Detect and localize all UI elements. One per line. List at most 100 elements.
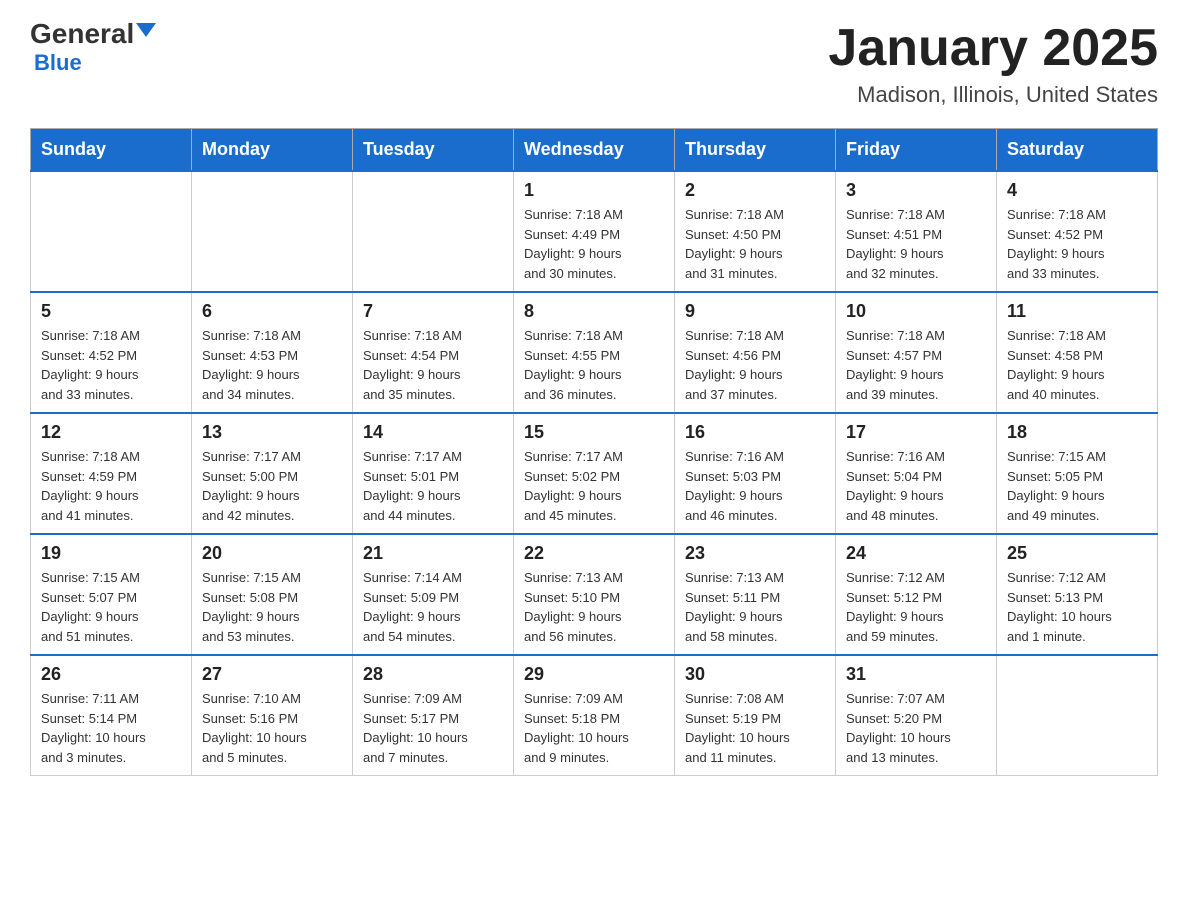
table-row: 17 Sunrise: 7:16 AMSunset: 5:04 PMDayligh… bbox=[836, 413, 997, 534]
day-info: Sunrise: 7:18 AMSunset: 4:58 PMDaylight:… bbox=[1007, 326, 1147, 404]
table-row: 30 Sunrise: 7:08 AMSunset: 5:19 PMDayligh… bbox=[675, 655, 836, 776]
week-row-2: 12 Sunrise: 7:18 AMSunset: 4:59 PMDayligh… bbox=[31, 413, 1158, 534]
table-row: 12 Sunrise: 7:18 AMSunset: 4:59 PMDayligh… bbox=[31, 413, 192, 534]
day-info: Sunrise: 7:14 AMSunset: 5:09 PMDaylight:… bbox=[363, 568, 503, 646]
day-info: Sunrise: 7:17 AMSunset: 5:00 PMDaylight:… bbox=[202, 447, 342, 525]
day-number: 22 bbox=[524, 543, 664, 564]
day-number: 17 bbox=[846, 422, 986, 443]
day-number: 19 bbox=[41, 543, 181, 564]
table-row: 16 Sunrise: 7:16 AMSunset: 5:03 PMDayligh… bbox=[675, 413, 836, 534]
calendar-header-row: Sunday Monday Tuesday Wednesday Thursday… bbox=[31, 129, 1158, 172]
logo-general: General bbox=[30, 20, 134, 48]
day-info: Sunrise: 7:07 AMSunset: 5:20 PMDaylight:… bbox=[846, 689, 986, 767]
week-row-4: 26 Sunrise: 7:11 AMSunset: 5:14 PMDayligh… bbox=[31, 655, 1158, 776]
table-row: 4 Sunrise: 7:18 AMSunset: 4:52 PMDaylight… bbox=[997, 171, 1158, 292]
day-info: Sunrise: 7:17 AMSunset: 5:01 PMDaylight:… bbox=[363, 447, 503, 525]
day-number: 18 bbox=[1007, 422, 1147, 443]
col-wednesday: Wednesday bbox=[514, 129, 675, 172]
col-tuesday: Tuesday bbox=[353, 129, 514, 172]
day-info: Sunrise: 7:18 AMSunset: 4:56 PMDaylight:… bbox=[685, 326, 825, 404]
day-info: Sunrise: 7:18 AMSunset: 4:52 PMDaylight:… bbox=[41, 326, 181, 404]
day-info: Sunrise: 7:15 AMSunset: 5:05 PMDaylight:… bbox=[1007, 447, 1147, 525]
day-info: Sunrise: 7:18 AMSunset: 4:54 PMDaylight:… bbox=[363, 326, 503, 404]
col-monday: Monday bbox=[192, 129, 353, 172]
day-number: 9 bbox=[685, 301, 825, 322]
day-info: Sunrise: 7:11 AMSunset: 5:14 PMDaylight:… bbox=[41, 689, 181, 767]
col-sunday: Sunday bbox=[31, 129, 192, 172]
day-number: 25 bbox=[1007, 543, 1147, 564]
logo-triangle-icon bbox=[136, 23, 156, 37]
day-info: Sunrise: 7:18 AMSunset: 4:53 PMDaylight:… bbox=[202, 326, 342, 404]
day-info: Sunrise: 7:18 AMSunset: 4:59 PMDaylight:… bbox=[41, 447, 181, 525]
main-title: January 2025 bbox=[828, 20, 1158, 77]
table-row: 20Sunrise: 7:15 AMSunset: 5:08 PMDayligh… bbox=[192, 534, 353, 655]
day-number: 14 bbox=[363, 422, 503, 443]
day-number: 5 bbox=[41, 301, 181, 322]
day-number: 16 bbox=[685, 422, 825, 443]
day-number: 24 bbox=[846, 543, 986, 564]
day-info: Sunrise: 7:12 AMSunset: 5:12 PMDaylight:… bbox=[846, 568, 986, 646]
day-number: 15 bbox=[524, 422, 664, 443]
table-row: 28 Sunrise: 7:09 AMSunset: 5:17 PMDayligh… bbox=[353, 655, 514, 776]
day-number: 28 bbox=[363, 664, 503, 685]
day-number: 10 bbox=[846, 301, 986, 322]
day-info: Sunrise: 7:12 AMSunset: 5:13 PMDaylight:… bbox=[1007, 568, 1147, 646]
title-section: January 2025 Madison, Illinois, United S… bbox=[828, 20, 1158, 108]
day-number: 31 bbox=[846, 664, 986, 685]
day-info: Sunrise: 7:18 AMSunset: 4:55 PMDaylight:… bbox=[524, 326, 664, 404]
table-row: 29Sunrise: 7:09 AMSunset: 5:18 PMDayligh… bbox=[514, 655, 675, 776]
subtitle: Madison, Illinois, United States bbox=[828, 82, 1158, 108]
table-row: 3 Sunrise: 7:18 AMSunset: 4:51 PMDaylight… bbox=[836, 171, 997, 292]
day-number: 3 bbox=[846, 180, 986, 201]
day-number: 13 bbox=[202, 422, 342, 443]
day-number: 21 bbox=[363, 543, 503, 564]
table-row: 31 Sunrise: 7:07 AMSunset: 5:20 PMDayligh… bbox=[836, 655, 997, 776]
table-row: 11 Sunrise: 7:18 AMSunset: 4:58 PMDayligh… bbox=[997, 292, 1158, 413]
day-info: Sunrise: 7:09 AMSunset: 5:17 PMDaylight:… bbox=[363, 689, 503, 767]
table-row: 6Sunrise: 7:18 AMSunset: 4:53 PMDaylight… bbox=[192, 292, 353, 413]
table-row: 7 Sunrise: 7:18 AMSunset: 4:54 PMDaylight… bbox=[353, 292, 514, 413]
day-info: Sunrise: 7:18 AMSunset: 4:49 PMDaylight:… bbox=[524, 205, 664, 283]
table-row: 23 Sunrise: 7:13 AMSunset: 5:11 PMDayligh… bbox=[675, 534, 836, 655]
table-row: 10 Sunrise: 7:18 AMSunset: 4:57 PMDayligh… bbox=[836, 292, 997, 413]
day-info: Sunrise: 7:18 AMSunset: 4:51 PMDaylight:… bbox=[846, 205, 986, 283]
day-info: Sunrise: 7:16 AMSunset: 5:04 PMDaylight:… bbox=[846, 447, 986, 525]
col-friday: Friday bbox=[836, 129, 997, 172]
logo-blue: Blue bbox=[34, 50, 82, 76]
day-info: Sunrise: 7:17 AMSunset: 5:02 PMDaylight:… bbox=[524, 447, 664, 525]
table-row: 14 Sunrise: 7:17 AMSunset: 5:01 PMDayligh… bbox=[353, 413, 514, 534]
day-info: Sunrise: 7:16 AMSunset: 5:03 PMDaylight:… bbox=[685, 447, 825, 525]
table-row: 15 Sunrise: 7:17 AMSunset: 5:02 PMDayligh… bbox=[514, 413, 675, 534]
day-number: 26 bbox=[41, 664, 181, 685]
day-info: Sunrise: 7:18 AMSunset: 4:50 PMDaylight:… bbox=[685, 205, 825, 283]
table-row: 2Sunrise: 7:18 AMSunset: 4:50 PMDaylight… bbox=[675, 171, 836, 292]
table-row: 26 Sunrise: 7:11 AMSunset: 5:14 PMDayligh… bbox=[31, 655, 192, 776]
day-number: 12 bbox=[41, 422, 181, 443]
week-row-3: 19Sunrise: 7:15 AMSunset: 5:07 PMDayligh… bbox=[31, 534, 1158, 655]
day-number: 7 bbox=[363, 301, 503, 322]
day-number: 23 bbox=[685, 543, 825, 564]
table-row: 27Sunrise: 7:10 AMSunset: 5:16 PMDayligh… bbox=[192, 655, 353, 776]
day-info: Sunrise: 7:13 AMSunset: 5:10 PMDaylight:… bbox=[524, 568, 664, 646]
col-saturday: Saturday bbox=[997, 129, 1158, 172]
table-row: 13 Sunrise: 7:17 AMSunset: 5:00 PMDayligh… bbox=[192, 413, 353, 534]
day-number: 1 bbox=[524, 180, 664, 201]
day-number: 4 bbox=[1007, 180, 1147, 201]
table-row: 1 Sunrise: 7:18 AMSunset: 4:49 PMDaylight… bbox=[514, 171, 675, 292]
logo: General Blue bbox=[30, 20, 156, 76]
week-row-1: 5 Sunrise: 7:18 AMSunset: 4:52 PMDaylight… bbox=[31, 292, 1158, 413]
day-number: 29 bbox=[524, 664, 664, 685]
table-row: 21 Sunrise: 7:14 AMSunset: 5:09 PMDayligh… bbox=[353, 534, 514, 655]
table-row: 19Sunrise: 7:15 AMSunset: 5:07 PMDayligh… bbox=[31, 534, 192, 655]
col-thursday: Thursday bbox=[675, 129, 836, 172]
table-row bbox=[31, 171, 192, 292]
day-info: Sunrise: 7:18 AMSunset: 4:57 PMDaylight:… bbox=[846, 326, 986, 404]
day-number: 11 bbox=[1007, 301, 1147, 322]
page-header: General Blue January 2025 Madison, Illin… bbox=[30, 20, 1158, 108]
day-number: 20 bbox=[202, 543, 342, 564]
day-info: Sunrise: 7:18 AMSunset: 4:52 PMDaylight:… bbox=[1007, 205, 1147, 283]
day-info: Sunrise: 7:08 AMSunset: 5:19 PMDaylight:… bbox=[685, 689, 825, 767]
day-number: 30 bbox=[685, 664, 825, 685]
day-info: Sunrise: 7:13 AMSunset: 5:11 PMDaylight:… bbox=[685, 568, 825, 646]
table-row: 24 Sunrise: 7:12 AMSunset: 5:12 PMDayligh… bbox=[836, 534, 997, 655]
